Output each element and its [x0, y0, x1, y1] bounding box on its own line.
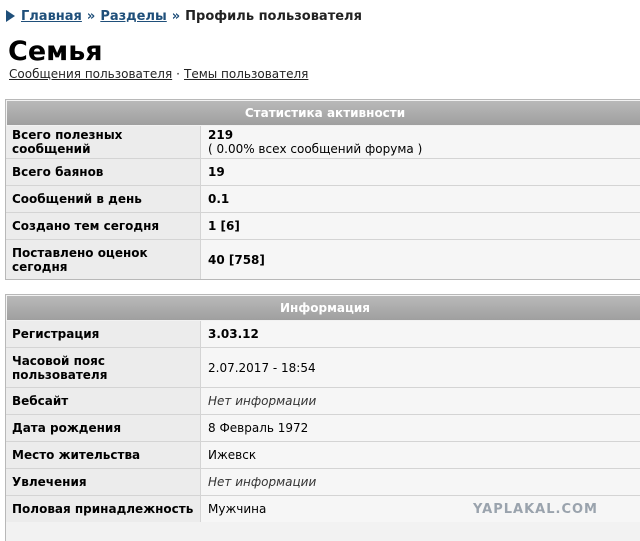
table-row: Сообщений в день 0.1: [6, 185, 640, 212]
table-row: Всего полезных сообщений 219 ( 0.00% все…: [6, 126, 640, 158]
arrow-right-icon: [6, 10, 15, 22]
table-row: Дата рождения 8 Февраль 1972: [6, 414, 640, 441]
stat-label: Всего полезных сообщений: [6, 126, 201, 158]
stat-label: Всего баянов: [6, 159, 201, 185]
stat-value-cell: 219 ( 0.00% всех сообщений форума ): [201, 126, 640, 158]
user-messages-link[interactable]: Сообщения пользователя: [9, 67, 172, 81]
breadcrumb-separator: »: [171, 8, 181, 24]
info-label: Регистрация: [6, 321, 201, 347]
subnav-separator: ·: [176, 67, 180, 81]
breadcrumb-sections-link[interactable]: Разделы: [100, 9, 166, 24]
table-row: Часовой пояс пользователя 2.07.2017 - 18…: [6, 347, 640, 387]
breadcrumb-current: Профиль пользователя: [185, 8, 362, 24]
table-row: Поставлено оценок сегодня 40 [758]: [6, 239, 640, 279]
stat-value: 219: [208, 128, 234, 142]
table-row: Регистрация 3.03.12: [6, 321, 640, 347]
user-topics-link[interactable]: Темы пользователя: [184, 67, 308, 81]
info-value: 2.07.2017 - 18:54: [201, 348, 640, 387]
watermark-logo: YAPLAKAL.COM: [473, 502, 598, 517]
info-value: 8 Февраль 1972: [201, 415, 640, 441]
info-label: Увлечения: [6, 469, 201, 495]
profile-subnav: Сообщения пользователя · Темы пользователя: [9, 67, 308, 81]
activity-stats-panel: Статистика активности Всего полезных соо…: [5, 99, 640, 280]
stat-value-note: ( 0.00% всех сообщений форума ): [208, 142, 423, 156]
stat-value: 0.1: [201, 186, 640, 212]
breadcrumb-home-link[interactable]: Главная: [21, 9, 82, 24]
stat-label: Поставлено оценок сегодня: [6, 240, 201, 279]
info-label: Место жительства: [6, 442, 201, 468]
info-value: Нет информации: [201, 469, 640, 495]
stat-value: 40 [758]: [201, 240, 640, 279]
info-label: Часовой пояс пользователя: [6, 348, 201, 387]
table-row: Вебсайт Нет информации: [6, 387, 640, 414]
table-row: Создано тем сегодня 1 [6]: [6, 212, 640, 239]
info-value: Ижевск: [201, 442, 640, 468]
stat-label: Сообщений в день: [6, 186, 201, 212]
table-row: Всего баянов 19: [6, 158, 640, 185]
info-label: Вебсайт: [6, 388, 201, 414]
info-label: Половая принадлежность: [6, 496, 201, 522]
breadcrumb-separator: »: [86, 8, 96, 24]
info-rows: Регистрация 3.03.12 Часовой пояс пользов…: [6, 321, 640, 522]
activity-stats-header: Статистика активности: [7, 101, 640, 125]
page-title: Семья: [8, 36, 103, 67]
breadcrumb: Главная » Разделы » Профиль пользователя: [6, 6, 362, 26]
stat-value: 19: [201, 159, 640, 185]
info-label: Дата рождения: [6, 415, 201, 441]
table-row: Увлечения Нет информации: [6, 468, 640, 495]
stat-value: 1 [6]: [201, 213, 640, 239]
info-value: 3.03.12: [201, 321, 640, 347]
stat-label: Создано тем сегодня: [6, 213, 201, 239]
activity-stats-rows: Всего полезных сообщений 219 ( 0.00% все…: [6, 126, 640, 279]
table-row: Место жительства Ижевск: [6, 441, 640, 468]
info-value: Нет информации: [201, 388, 640, 414]
info-header: Информация: [7, 296, 640, 320]
